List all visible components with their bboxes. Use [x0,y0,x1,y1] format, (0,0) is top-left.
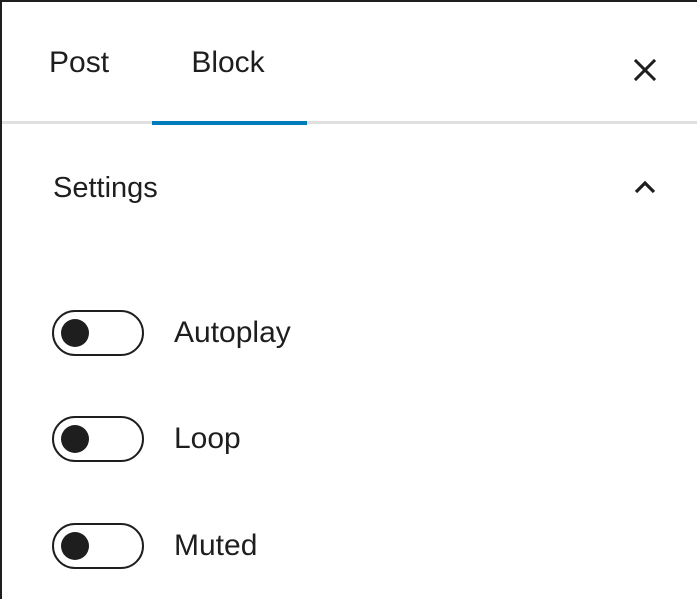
toggle-knob [61,532,89,560]
close-icon [633,58,657,82]
tab-post[interactable]: Post [32,2,138,124]
sidebar-tabs: Post Block [2,2,697,125]
muted-toggle[interactable] [52,523,144,569]
autoplay-toggle-row: Autoplay [52,308,652,358]
toggle-knob [61,425,89,453]
settings-section-title: Settings [53,172,158,204]
tab-block-label: Block [191,46,265,79]
autoplay-toggle[interactable] [52,310,144,356]
toggle-knob [61,319,89,347]
settings-panel-toggle[interactable]: Settings [2,127,697,247]
close-button[interactable] [617,42,673,98]
loop-label[interactable]: Loop [174,422,241,456]
tab-post-label: Post [49,46,110,79]
active-tab-indicator [152,121,307,125]
muted-toggle-row: Muted [52,521,652,571]
chevron-up-icon [624,171,666,203]
tab-block[interactable]: Block [150,2,306,124]
loop-toggle[interactable] [52,416,144,462]
autoplay-label[interactable]: Autoplay [174,316,291,350]
loop-toggle-row: Loop [52,414,652,464]
block-settings-sidebar: Post Block Settings Autoplay Loop Muted [0,0,697,599]
muted-label[interactable]: Muted [174,529,257,563]
